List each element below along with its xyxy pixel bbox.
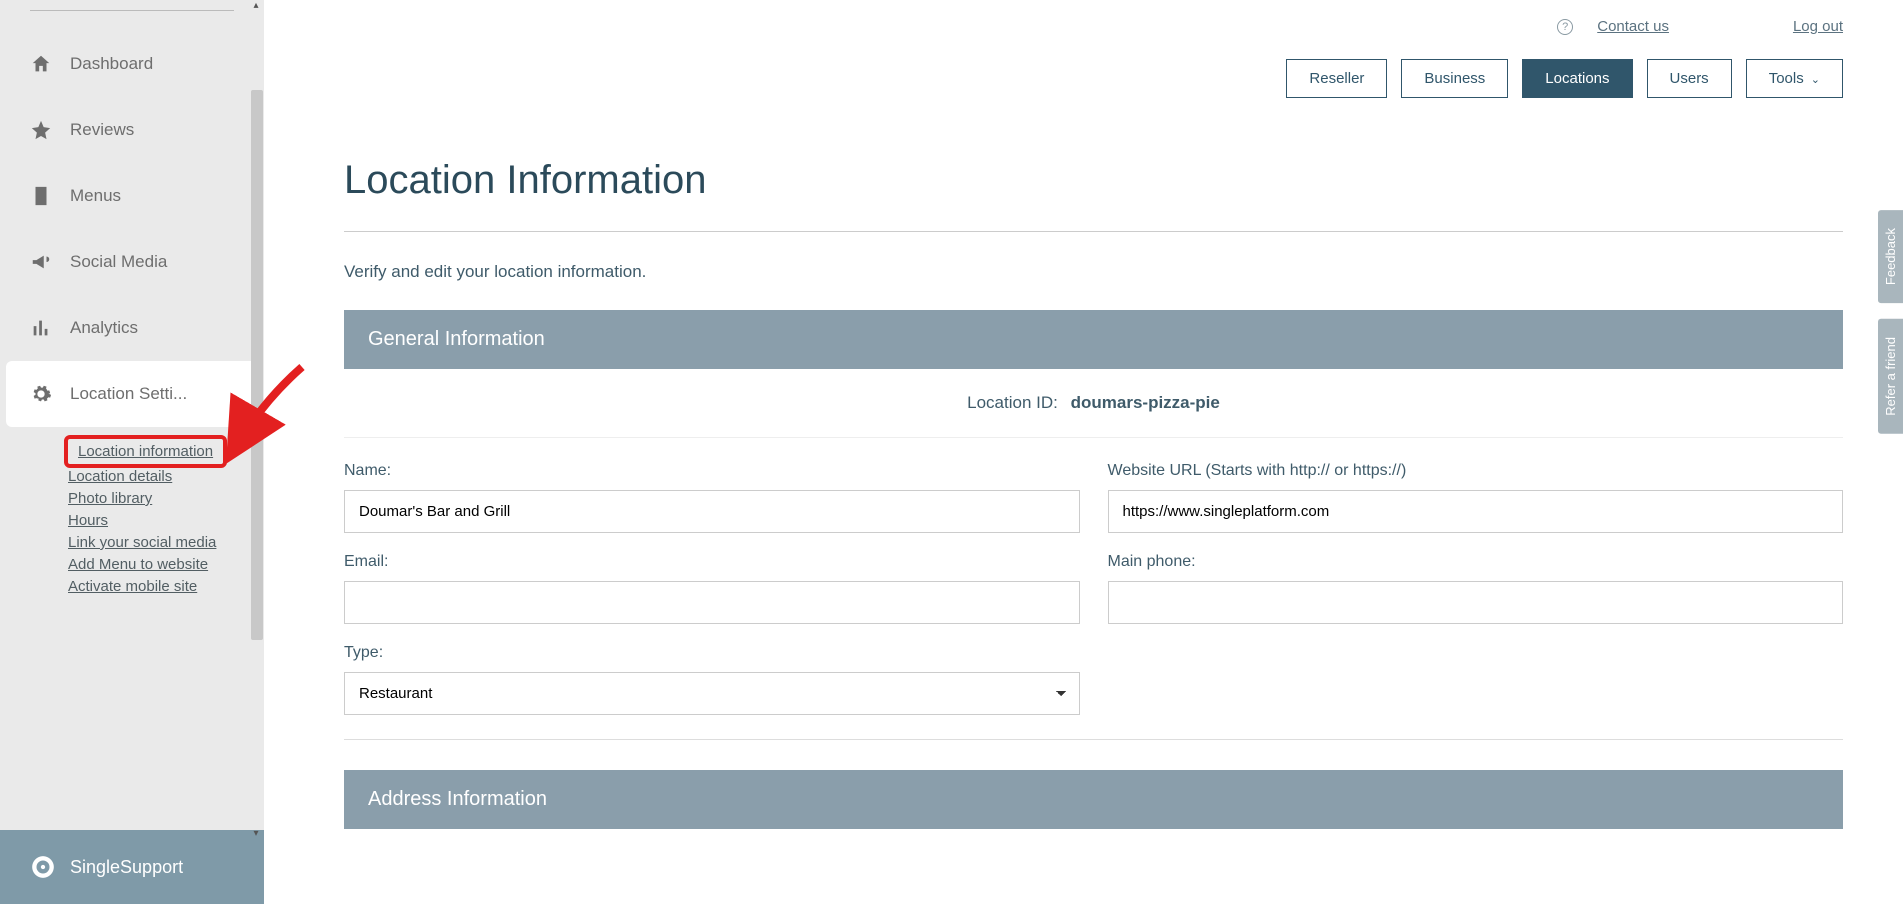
url-input[interactable] [1108, 490, 1844, 533]
subnav-activate-mobile[interactable]: Activate mobile site [68, 576, 234, 598]
subnav-photo-library[interactable]: Photo library [68, 488, 234, 510]
sidebar-item-label: Analytics [70, 318, 138, 338]
support-label: SingleSupport [70, 857, 183, 878]
section-address-header: Address Information [344, 770, 1843, 829]
logout-link[interactable]: Log out [1793, 18, 1843, 35]
scrollbar-thumb[interactable] [251, 90, 263, 640]
tab-locations[interactable]: Locations [1522, 59, 1632, 98]
tab-row: Reseller Business Locations Users Tools … [264, 35, 1903, 98]
sidebar-item-reviews[interactable]: Reviews [0, 97, 264, 163]
subnav-link[interactable]: Add Menu to website [68, 556, 208, 573]
contact-link[interactable]: Contact us [1597, 18, 1669, 35]
phone-input[interactable] [1108, 581, 1844, 624]
megaphone-icon [30, 251, 52, 273]
tab-tools-label: Tools [1769, 70, 1804, 87]
section-general-header: General Information [344, 310, 1843, 369]
subnav-location-details[interactable]: Location details [68, 466, 234, 488]
page-subtext: Verify and edit your location informatio… [344, 262, 1843, 282]
tab-tools[interactable]: Tools ⌄ [1746, 59, 1843, 98]
subnav-link[interactable]: Location details [68, 468, 172, 485]
sidebar: Dashboard Reviews Menus Social Media Ana… [0, 0, 264, 904]
location-id-row: Location ID: doumars-pizza-pie [344, 369, 1843, 438]
tab-business[interactable]: Business [1401, 59, 1508, 98]
page-title: Location Information [344, 158, 1843, 232]
sidebar-item-label: Dashboard [70, 54, 153, 74]
scroll-up-arrow[interactable]: ▴ [250, 0, 262, 12]
support-bar[interactable]: SingleSupport [0, 830, 264, 904]
field-name: Name: [344, 462, 1080, 533]
email-label: Email: [344, 553, 1080, 571]
chevron-down-icon: ⌄ [1808, 74, 1820, 86]
email-input[interactable] [344, 581, 1080, 624]
topbar: ? Contact us Log out [264, 0, 1903, 35]
main-content: ? Contact us Log out Reseller Business L… [264, 0, 1903, 904]
sidebar-item-menus[interactable]: Menus [0, 163, 264, 229]
sidebar-item-label: Menus [70, 186, 121, 206]
menu-icon [30, 185, 52, 207]
feedback-tab[interactable]: Feedback [1878, 210, 1903, 303]
side-tabs: Feedback Refer a friend [1878, 210, 1903, 434]
sidebar-item-label: Social Media [70, 252, 167, 272]
subnav-location-information[interactable]: Location information [68, 437, 234, 466]
tab-users[interactable]: Users [1647, 59, 1732, 98]
name-input[interactable] [344, 490, 1080, 533]
location-id-label: Location ID: [967, 393, 1058, 412]
name-label: Name: [344, 462, 1080, 480]
field-email: Email: [344, 553, 1080, 624]
settings-subnav: Location information Location details Ph… [0, 427, 264, 608]
star-icon [30, 119, 52, 141]
refer-tab[interactable]: Refer a friend [1878, 319, 1903, 434]
help-icon[interactable]: ? [1557, 19, 1573, 35]
subnav-link[interactable]: Photo library [68, 490, 152, 507]
field-phone: Main phone: [1108, 553, 1844, 624]
subnav-hours[interactable]: Hours [68, 510, 234, 532]
type-select[interactable]: Restaurant [344, 672, 1080, 715]
chart-icon [30, 317, 52, 339]
subnav-link-social[interactable]: Link your social media [68, 532, 234, 554]
sidebar-item-social[interactable]: Social Media [0, 229, 264, 295]
url-label: Website URL (Starts with http:// or http… [1108, 462, 1844, 480]
location-id-value: doumars-pizza-pie [1071, 393, 1220, 412]
phone-label: Main phone: [1108, 553, 1844, 571]
sidebar-item-dashboard[interactable]: Dashboard [0, 31, 264, 97]
subnav-link[interactable]: Location information [68, 439, 223, 464]
subnav-link[interactable]: Activate mobile site [68, 578, 197, 595]
subnav-link[interactable]: Link your social media [68, 534, 216, 551]
scroll-down-arrow[interactable]: ▾ [250, 828, 262, 840]
lifebuoy-icon [30, 854, 56, 880]
subnav-link[interactable]: Hours [68, 512, 108, 529]
divider [30, 10, 234, 11]
sidebar-item-location-settings[interactable]: Location Setti... [6, 361, 258, 427]
field-url: Website URL (Starts with http:// or http… [1108, 462, 1844, 533]
field-type: Type: Restaurant [344, 644, 1080, 715]
type-label: Type: [344, 644, 1080, 662]
sidebar-item-analytics[interactable]: Analytics [0, 295, 264, 361]
subnav-add-menu[interactable]: Add Menu to website [68, 554, 234, 576]
gear-icon [30, 383, 52, 405]
home-icon [30, 53, 52, 75]
tab-reseller[interactable]: Reseller [1286, 59, 1387, 98]
sidebar-item-label: Location Setti... [70, 384, 187, 404]
sidebar-item-label: Reviews [70, 120, 134, 140]
